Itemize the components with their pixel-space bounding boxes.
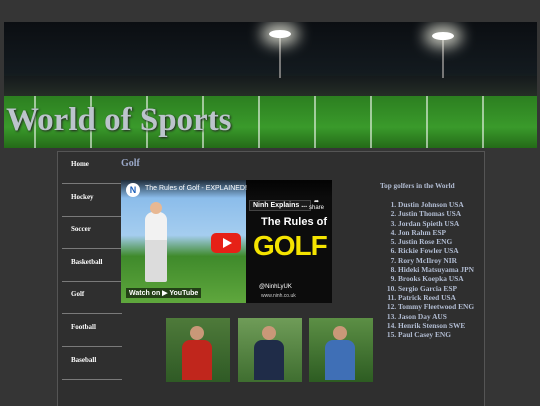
top-golfers-list: Dustin Johnson USA Justin Thomas USA Jor…: [380, 200, 474, 339]
photo-golfer-body: [254, 340, 284, 380]
list-item: Patrick Reed USA: [398, 293, 474, 302]
list-item: Jason Day AUS: [398, 312, 474, 321]
main-content: Home Hockey Soccer Basketball Golf Footb…: [57, 151, 485, 406]
light-pole: [442, 36, 444, 78]
share-label: share: [308, 205, 324, 211]
thumbnail-heading: The Rules of: [261, 216, 328, 228]
list-item: Sergio Garcia ESP: [398, 284, 474, 293]
light-pole: [279, 34, 281, 78]
play-button-icon[interactable]: [211, 233, 241, 253]
channel-badge: Ninh Explains ...: [249, 200, 312, 211]
nav-item-hockey[interactable]: Hockey: [62, 185, 122, 217]
list-item: Justin Rose ENG: [398, 237, 474, 246]
list-item: Brooks Koepka USA: [398, 274, 474, 283]
photo-golfer-head: [262, 326, 276, 340]
golfer-photo: [309, 318, 373, 382]
nav-item-soccer[interactable]: Soccer: [62, 217, 122, 250]
nav-item-football[interactable]: Football: [62, 315, 122, 347]
nav-item-home[interactable]: Home: [62, 152, 122, 184]
list-item: Dustin Johnson USA: [398, 200, 474, 209]
stadium-stands: [4, 76, 537, 98]
list-item: Tommy Fleetwood ENG: [398, 302, 474, 311]
list-item: Justin Thomas USA: [398, 209, 474, 218]
sidebar-nav: Home Hockey Soccer Basketball Golf Footb…: [62, 152, 122, 380]
list-item: Jordan Spieth USA: [398, 219, 474, 228]
photo-golfer-body: [182, 340, 212, 380]
golfer-photo: [238, 318, 302, 382]
list-item: Rickie Fowler USA: [398, 246, 474, 255]
site-title: World of Sports: [6, 102, 232, 138]
channel-logo-icon[interactable]: N: [126, 183, 140, 197]
top-golfers-title: Top golfers in the World: [380, 182, 455, 190]
channel-handle: @NinhLyUK: [259, 284, 292, 290]
watch-on-youtube-link[interactable]: Watch on ▶ YouTube: [126, 288, 202, 298]
share-button[interactable]: ➦ share: [309, 198, 324, 211]
nav-item-baseball[interactable]: Baseball: [62, 348, 122, 380]
photo-golfer-body: [325, 340, 355, 380]
section-title: Golf: [121, 158, 140, 169]
share-icon: ➦: [313, 199, 319, 205]
golfer-figure: [145, 202, 167, 282]
video-title[interactable]: The Rules of Golf - EXPLAINED!: [145, 185, 247, 192]
photo-golfer-head: [190, 326, 204, 340]
nav-item-golf[interactable]: Golf: [62, 282, 122, 315]
photo-golfer-head: [333, 326, 347, 340]
youtube-video-embed[interactable]: N The Rules of Golf - EXPLAINED! Ninh Ex…: [121, 180, 332, 303]
list-item: Jon Rahm ESP: [398, 228, 474, 237]
stadium-light: [269, 30, 291, 38]
channel-site: www.ninh.co.uk: [261, 293, 296, 299]
header-banner: World of Sports: [4, 22, 537, 148]
list-item: Hideki Matsuyama JPN: [398, 265, 474, 274]
list-item: Rory McIlroy NIR: [398, 256, 474, 265]
list-item: Paul Casey ENG: [398, 330, 474, 339]
nav-item-basketball[interactable]: Basketball: [62, 250, 122, 282]
stadium-light: [432, 32, 454, 40]
golfer-photo: [166, 318, 230, 382]
list-item: Henrik Stenson SWE: [398, 321, 474, 330]
thumbnail-golf-word: GOLF: [253, 230, 328, 261]
